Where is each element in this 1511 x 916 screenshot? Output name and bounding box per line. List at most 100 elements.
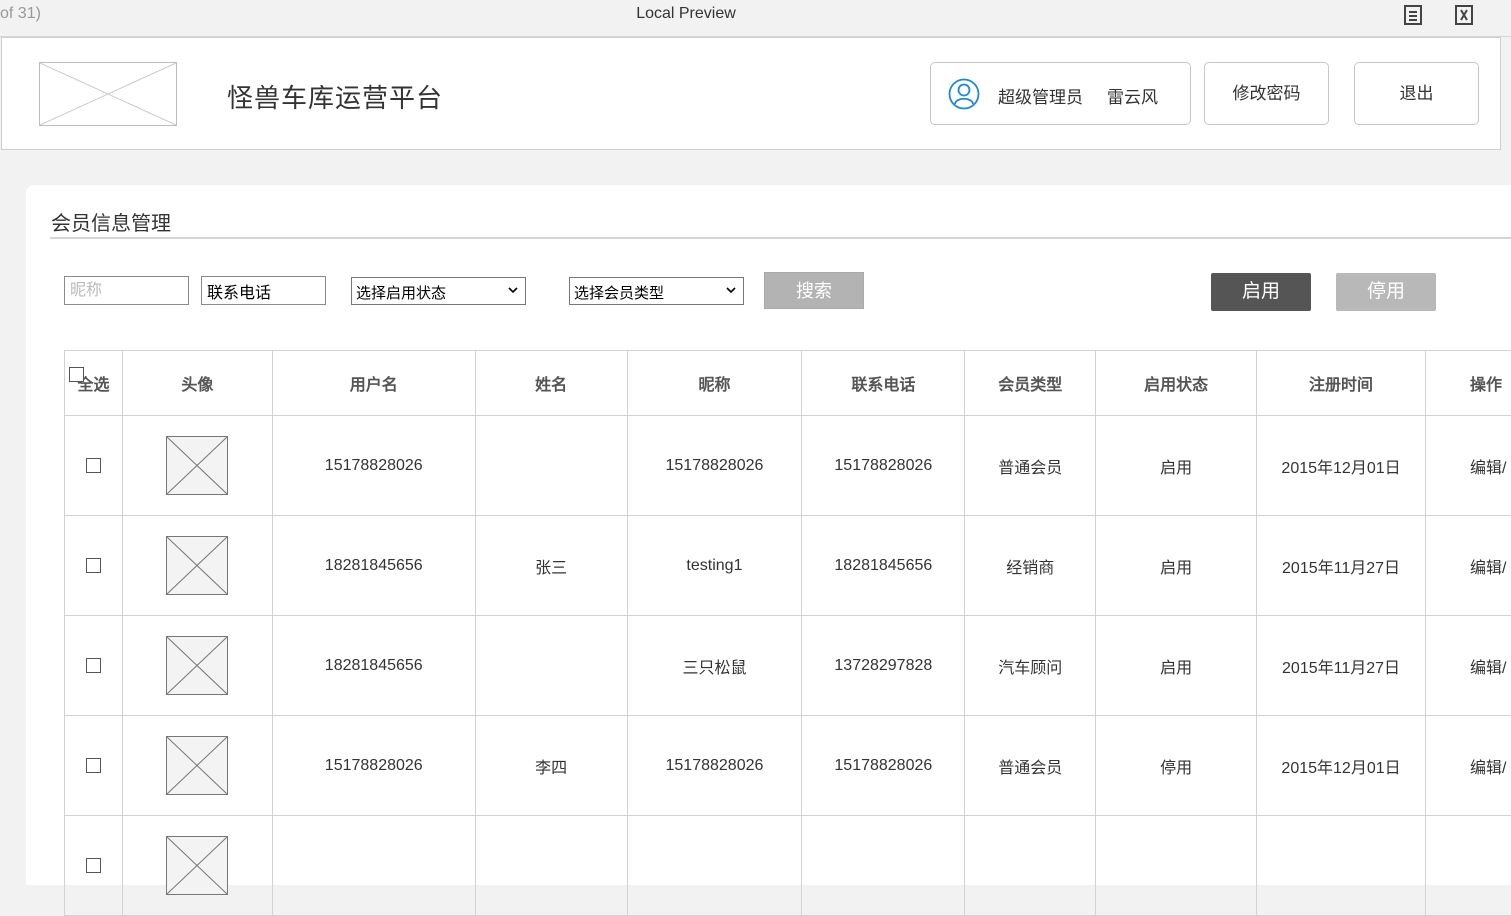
col-header-phone: 联系电话 bbox=[802, 351, 965, 416]
member-management-panel: 会员信息管理 选择启用状态 选择会员类型 搜索 启用 停用 全选 头像 用户名 … bbox=[26, 185, 1511, 885]
change-password-button[interactable]: 修改密码 bbox=[1204, 62, 1329, 125]
avatar bbox=[166, 436, 228, 495]
col-header-ops: 操作 bbox=[1425, 351, 1511, 416]
name-cell bbox=[475, 816, 627, 916]
edit-link[interactable]: 编辑/ bbox=[1425, 516, 1511, 616]
document-icon[interactable] bbox=[1402, 4, 1424, 26]
username-cell: 15178828026 bbox=[272, 416, 475, 516]
user-info[interactable]: 超级管理员 雷云风 bbox=[930, 62, 1191, 125]
col-header-avatar: 头像 bbox=[122, 351, 272, 416]
status-cell: 停用 bbox=[1096, 716, 1257, 816]
status-cell: 启用 bbox=[1096, 516, 1257, 616]
row-checkbox[interactable] bbox=[86, 758, 101, 773]
table-row bbox=[65, 816, 1511, 916]
table-row: 15178828026 15178828026 15178828026 普通会员… bbox=[65, 416, 1511, 516]
phone-cell: 15178828026 bbox=[802, 416, 965, 516]
title-divider bbox=[50, 237, 1511, 239]
member-type-select-value: 选择会员类型 bbox=[574, 285, 664, 302]
status-cell: 启用 bbox=[1096, 416, 1257, 516]
username-cell bbox=[272, 816, 475, 916]
register-time-cell: 2015年11月27日 bbox=[1257, 516, 1426, 616]
preview-toolbar: of 31) Local Preview bbox=[0, 0, 1511, 37]
phone-cell: 13728297828 bbox=[802, 616, 965, 716]
row-checkbox[interactable] bbox=[86, 858, 101, 873]
nickname-cell bbox=[627, 816, 802, 916]
row-select-cell bbox=[65, 816, 123, 916]
nickname-cell: testing1 bbox=[627, 516, 802, 616]
status-cell bbox=[1096, 816, 1257, 916]
member-type-cell bbox=[965, 816, 1096, 916]
preview-title: Local Preview bbox=[0, 5, 1372, 23]
select-all-cell[interactable]: 全选 bbox=[65, 351, 123, 416]
row-checkbox[interactable] bbox=[86, 658, 101, 673]
table-header-row: 全选 头像 用户名 姓名 昵称 联系电话 会员类型 启用状态 注册时间 操作 bbox=[65, 351, 1511, 416]
register-time-cell bbox=[1257, 816, 1426, 916]
name-cell: 李四 bbox=[475, 716, 627, 816]
search-button[interactable]: 搜索 bbox=[764, 272, 864, 309]
phone-cell: 15178828026 bbox=[802, 716, 965, 816]
phone-cell: 18281845656 bbox=[802, 516, 965, 616]
member-type-cell: 普通会员 bbox=[965, 716, 1096, 816]
row-select-cell bbox=[65, 516, 123, 616]
avatar bbox=[166, 836, 228, 895]
row-checkbox[interactable] bbox=[86, 458, 101, 473]
table-row: 18281845656 三只松鼠 13728297828 汽车顾问 启用 201… bbox=[65, 616, 1511, 716]
name-cell bbox=[475, 616, 627, 716]
avatar bbox=[166, 536, 228, 595]
row-select-cell bbox=[65, 616, 123, 716]
nickname-cell: 15178828026 bbox=[627, 416, 802, 516]
col-header-username: 用户名 bbox=[272, 351, 475, 416]
avatar-cell bbox=[122, 516, 272, 616]
avatar-cell bbox=[122, 816, 272, 916]
col-header-status: 启用状态 bbox=[1096, 351, 1257, 416]
member-type-cell: 普通会员 bbox=[965, 416, 1096, 516]
user-role: 超级管理员 bbox=[998, 83, 1083, 108]
user-icon bbox=[948, 78, 980, 110]
page-title: 会员信息管理 bbox=[51, 207, 171, 236]
chevron-down-icon bbox=[508, 283, 518, 297]
phone-input[interactable] bbox=[201, 276, 326, 305]
col-header-name: 姓名 bbox=[475, 351, 627, 416]
register-time-cell: 2015年12月01日 bbox=[1257, 416, 1426, 516]
col-header-register-time: 注册时间 bbox=[1257, 351, 1426, 416]
username-cell: 15178828026 bbox=[272, 716, 475, 816]
col-header-member-type: 会员类型 bbox=[965, 351, 1096, 416]
name-cell: 张三 bbox=[475, 516, 627, 616]
edit-link[interactable]: 编辑/ bbox=[1425, 416, 1511, 516]
status-select-value: 选择启用状态 bbox=[356, 285, 446, 302]
logo-placeholder bbox=[39, 62, 177, 126]
status-cell: 启用 bbox=[1096, 616, 1257, 716]
status-select[interactable]: 选择启用状态 bbox=[351, 277, 526, 305]
edit-link[interactable]: 编辑/ bbox=[1425, 716, 1511, 816]
register-time-cell: 2015年11月27日 bbox=[1257, 616, 1426, 716]
app-header: 怪兽车库运营平台 超级管理员 雷云风 修改密码 退出 bbox=[1, 37, 1501, 150]
avatar bbox=[166, 736, 228, 795]
user-name: 雷云风 bbox=[1107, 83, 1158, 108]
row-checkbox[interactable] bbox=[86, 558, 101, 573]
chevron-down-icon bbox=[726, 283, 736, 297]
name-cell bbox=[475, 416, 627, 516]
member-type-cell: 汽车顾问 bbox=[965, 616, 1096, 716]
enable-button[interactable]: 启用 bbox=[1211, 273, 1311, 311]
nickname-input[interactable] bbox=[64, 276, 189, 305]
close-frame-icon[interactable] bbox=[1453, 4, 1475, 26]
phone-cell bbox=[802, 816, 965, 916]
app-title: 怪兽车库运营平台 bbox=[227, 78, 443, 115]
table-row: 15178828026 李四 15178828026 15178828026 普… bbox=[65, 716, 1511, 816]
logout-button[interactable]: 退出 bbox=[1354, 62, 1479, 125]
member-type-select[interactable]: 选择会员类型 bbox=[569, 277, 744, 305]
row-select-cell bbox=[65, 716, 123, 816]
table-row: 18281845656 张三 testing1 18281845656 经销商 … bbox=[65, 516, 1511, 616]
edit-link[interactable]: 编辑/ bbox=[1425, 616, 1511, 716]
select-all-checkbox[interactable] bbox=[69, 367, 84, 382]
col-header-nickname: 昵称 bbox=[627, 351, 802, 416]
avatar-cell bbox=[122, 616, 272, 716]
avatar bbox=[166, 636, 228, 695]
avatar-cell bbox=[122, 716, 272, 816]
username-cell: 18281845656 bbox=[272, 616, 475, 716]
avatar-cell bbox=[122, 416, 272, 516]
register-time-cell: 2015年12月01日 bbox=[1257, 716, 1426, 816]
disable-button[interactable]: 停用 bbox=[1336, 273, 1436, 311]
member-type-cell: 经销商 bbox=[965, 516, 1096, 616]
edit-link[interactable] bbox=[1425, 816, 1511, 916]
